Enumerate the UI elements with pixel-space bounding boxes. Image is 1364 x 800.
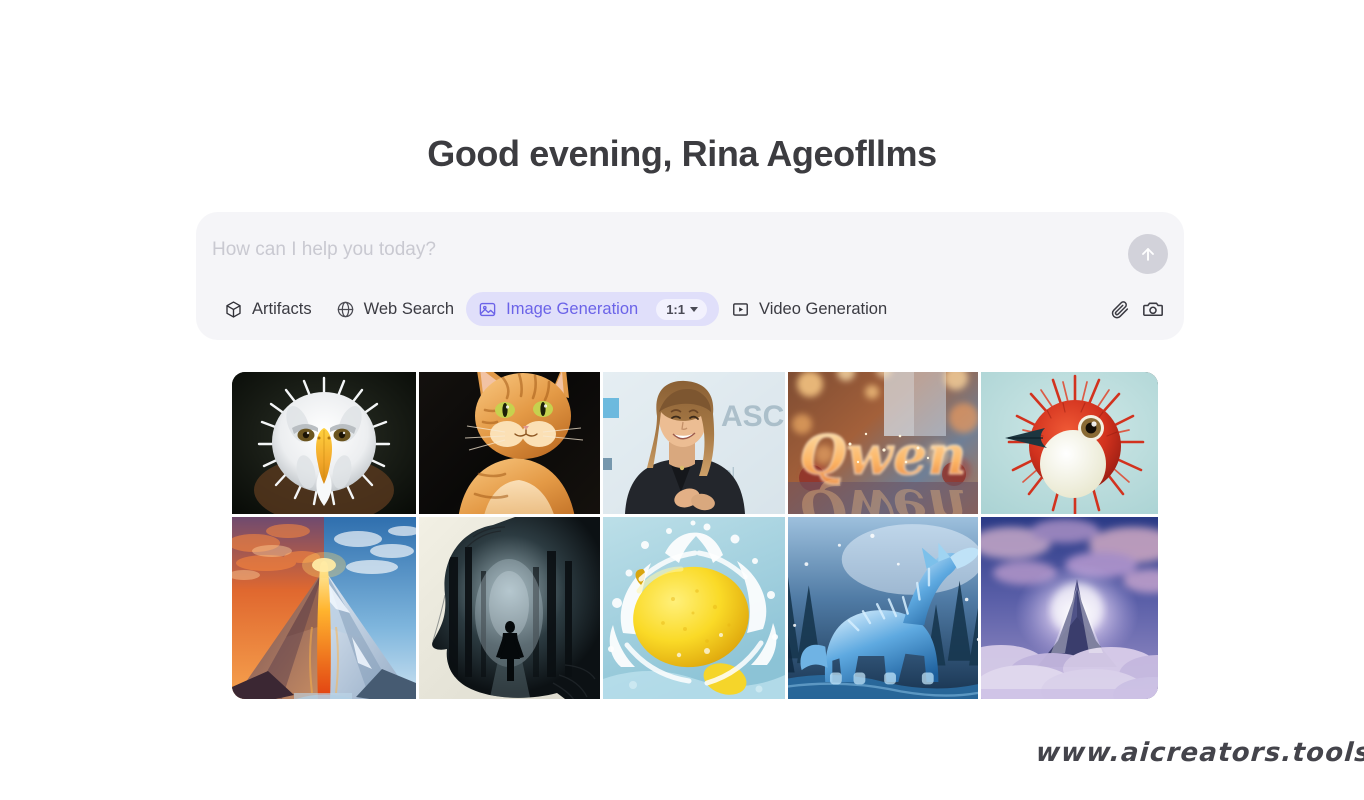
app-root: Good evening, Rina Ageofllms How can I h… (0, 0, 1364, 800)
gallery-item-spikybird[interactable] (981, 372, 1158, 514)
silhouette-art (419, 517, 600, 699)
gallery-item-qwen[interactable]: Qwen Qwen (788, 372, 978, 514)
image-icon (478, 300, 497, 319)
send-button[interactable] (1128, 234, 1168, 274)
tool-artifacts-label: Artifacts (252, 299, 312, 318)
composer-toolbar: Artifacts Web Search Image Generation 1:… (212, 290, 1170, 328)
speaker-art: ASC nal (603, 372, 785, 514)
aspect-ratio-select[interactable]: 1:1 (656, 298, 707, 320)
svg-text:ASC: ASC (721, 400, 784, 433)
gallery-item-cat[interactable] (419, 372, 600, 514)
camera-icon[interactable] (1136, 292, 1170, 326)
page-title: Good evening, Rina Ageofllms (427, 133, 937, 174)
volcano-art (232, 517, 416, 699)
gallery-item-silhouette[interactable] (419, 517, 600, 699)
composer-card: How can I help you today? Artifacts Web … (196, 212, 1184, 340)
globe-icon (336, 300, 355, 319)
gallery-item-cloudpeak[interactable] (981, 517, 1158, 699)
spikybird-art (981, 372, 1158, 514)
gallery-item-lemon[interactable] (603, 517, 785, 699)
prompt-input[interactable]: How can I help you today? (212, 239, 436, 261)
paperclip-icon[interactable] (1102, 292, 1136, 326)
tool-web-search-label: Web Search (363, 299, 455, 318)
aspect-ratio-value: 1:1 (666, 301, 685, 317)
lemon-art (603, 517, 785, 699)
wolf-art (788, 517, 978, 699)
tool-image-generation[interactable]: Image Generation 1:1 (466, 292, 719, 326)
gallery-item-speaker[interactable]: ASC nal (603, 372, 785, 514)
watermark: www.aicreators.tools (1034, 738, 1364, 768)
cloudpeak-art (981, 517, 1158, 699)
tool-video-generation-label: Video Generation (759, 299, 888, 318)
image-gallery: ASC nal (232, 372, 1158, 699)
cube-icon (224, 300, 243, 319)
svg-text:Qwen: Qwen (799, 477, 966, 514)
cat-art (419, 372, 600, 514)
gallery-item-wolf[interactable] (788, 517, 978, 699)
tool-video-generation[interactable]: Video Generation (719, 292, 899, 326)
eagle-art (232, 372, 416, 514)
tool-web-search[interactable]: Web Search (324, 292, 467, 326)
gallery-item-volcano[interactable] (232, 517, 416, 699)
tool-image-generation-label: Image Generation (506, 299, 639, 318)
qwen-art: Qwen Qwen (788, 372, 978, 514)
gallery-item-eagle[interactable] (232, 372, 416, 514)
video-play-icon (731, 300, 750, 319)
arrow-up-icon (1138, 244, 1158, 264)
tool-artifacts[interactable]: Artifacts (212, 292, 324, 326)
chevron-down-icon (690, 306, 698, 312)
